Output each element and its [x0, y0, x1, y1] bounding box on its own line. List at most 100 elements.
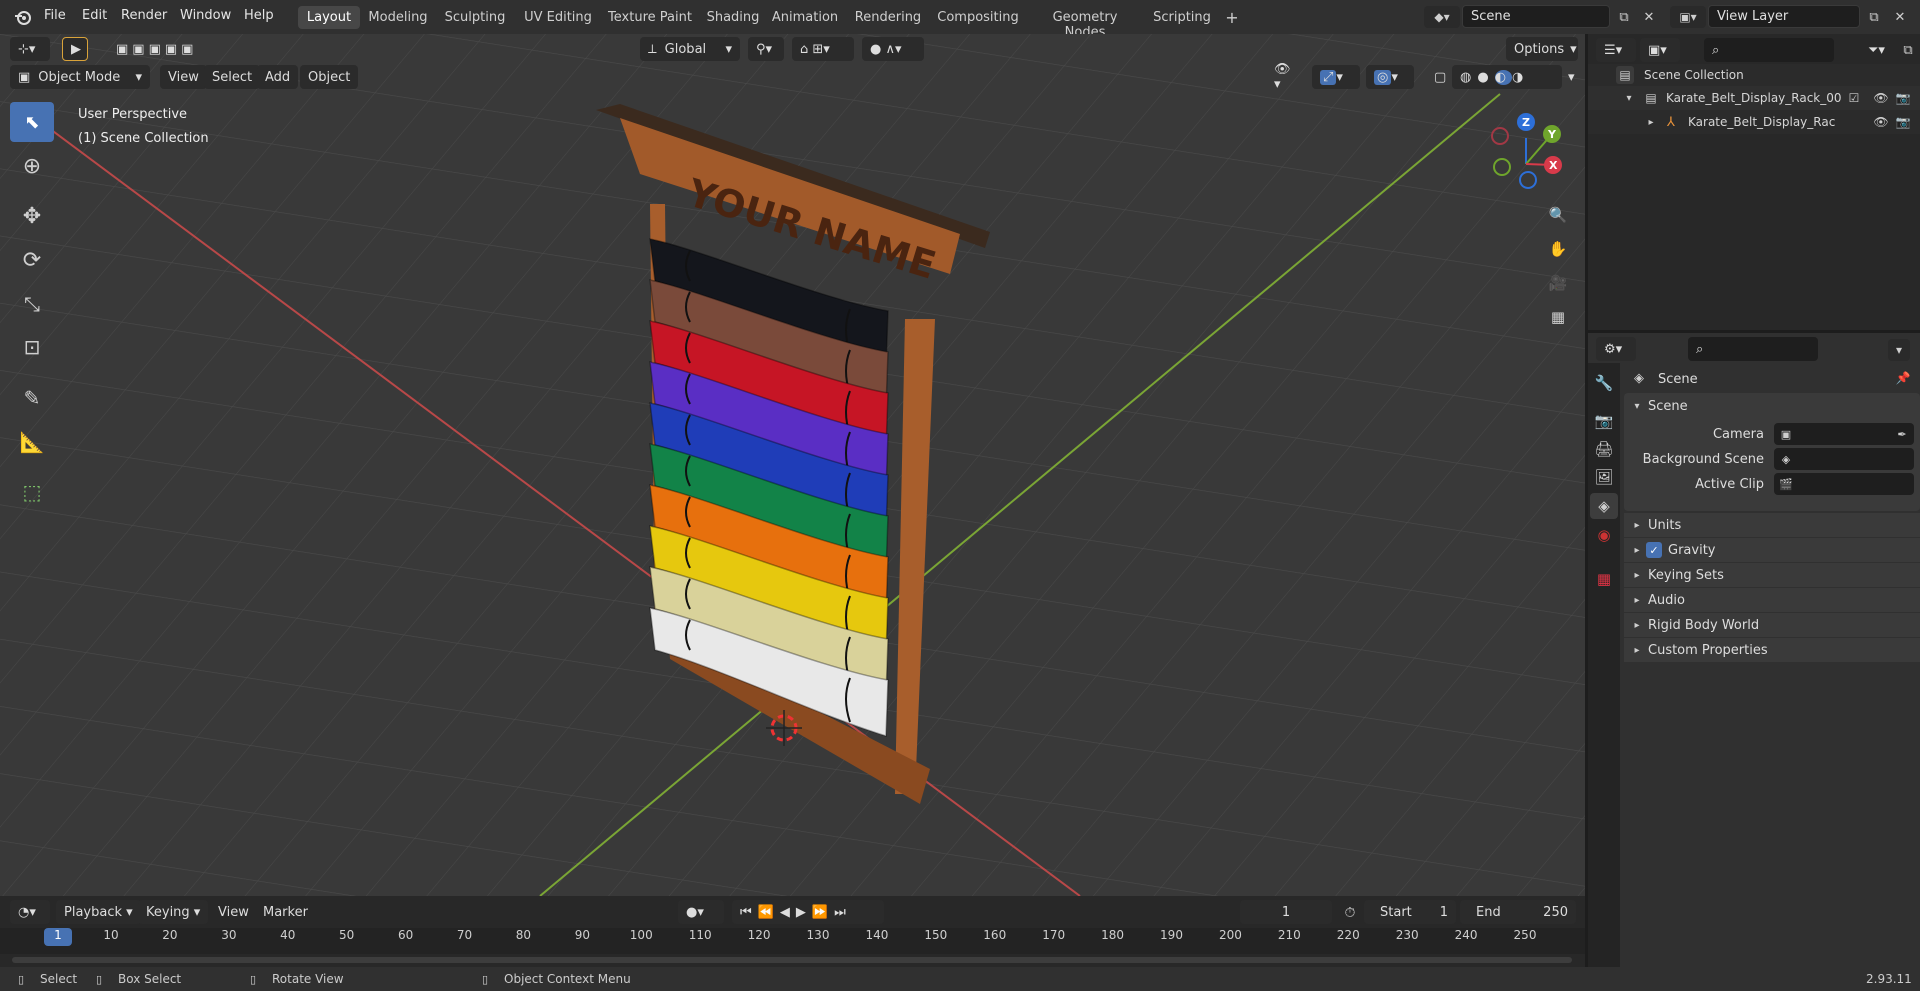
scale-tool[interactable]: ⤡	[10, 284, 54, 324]
snap-button[interactable]: ⌂ ⊞▾	[792, 37, 854, 61]
background-scene-field[interactable]: ◈	[1774, 448, 1914, 470]
menu-file[interactable]: File	[44, 8, 66, 23]
move-tool[interactable]: ✥	[10, 196, 54, 236]
properties-options-icon[interactable]: ▾	[1888, 339, 1910, 361]
editor-type-button[interactable]: ⊹▾	[10, 37, 50, 61]
pan-hand-icon[interactable]: ✋	[1545, 236, 1571, 262]
expand-arrow-icon[interactable]: ▾	[1622, 90, 1636, 106]
eye-icon[interactable]: 👁	[1872, 114, 1890, 130]
add-cube-tool[interactable]: ⬚	[10, 472, 54, 512]
timeline[interactable]: ◔▾ Playback ▾ Keying ▾ View Marker ●▾ ⏮⏪…	[0, 896, 1585, 967]
tab-sculpting[interactable]: Sculpting	[441, 6, 509, 29]
render-tab-icon[interactable]: 📷	[1592, 409, 1616, 433]
select-tool-button[interactable]: ▶	[62, 37, 88, 61]
outliner-filter-button[interactable]: ⏷▾	[1860, 38, 1894, 62]
overlays-toggle-button[interactable]: ◎ ▾	[1366, 65, 1414, 89]
scene-selector-icon[interactable]: ◆▾	[1424, 6, 1460, 28]
new-view-layer-icon[interactable]: ⧉	[1864, 6, 1884, 28]
panel-collapse-arrow-icon[interactable]: ▾	[1630, 399, 1644, 413]
selection-mode-button[interactable]: ▣▣▣▣▣	[108, 37, 228, 61]
eye-icon[interactable]: 👁	[1872, 90, 1890, 106]
frame-ruler[interactable]: 1 10 20 30 40 50 60 70 80 90 100 110 120 130 140 150 160…	[0, 928, 1585, 954]
proportional-edit-button[interactable]: ● ∧▾	[862, 37, 924, 61]
world-tab-icon[interactable]: ◉	[1592, 523, 1616, 547]
current-frame-field[interactable]: 1	[1240, 900, 1332, 924]
view-menu[interactable]: View	[160, 65, 207, 89]
section-keying-sets[interactable]: ▸ Keying Sets	[1624, 563, 1920, 587]
add-workspace-icon[interactable]: +	[1222, 7, 1242, 27]
expand-arrow-icon[interactable]: ▸	[1644, 114, 1658, 130]
ortho-grid-icon[interactable]: ▦	[1545, 304, 1571, 330]
tab-texture-paint[interactable]: Texture Paint	[602, 6, 698, 29]
viewport-canvas[interactable]: YOUR NAME Z Y X	[0, 34, 1585, 896]
annotate-tool[interactable]: ✎	[10, 378, 54, 418]
camera-view-icon[interactable]: 🎥	[1545, 270, 1571, 296]
scene-name-field[interactable]: Scene	[1462, 5, 1610, 28]
keying-menu[interactable]: Keying ▾	[138, 900, 209, 924]
shading-options-button[interactable]: ▾	[1560, 65, 1582, 89]
new-scene-icon[interactable]: ⧉	[1614, 6, 1634, 28]
section-rigid-body-world[interactable]: ▸ Rigid Body World	[1624, 613, 1920, 637]
section-audio[interactable]: ▸ Audio	[1624, 588, 1920, 612]
outliner-row-scene-collection[interactable]: ▤ Scene Collection	[1588, 64, 1920, 86]
pin-icon[interactable]: 📌	[1894, 369, 1912, 387]
scene-tab-icon[interactable]: ◈	[1590, 493, 1618, 519]
blender-logo-icon[interactable]	[12, 6, 34, 28]
mode-dropdown[interactable]: ▣ Object Mode ▾	[10, 65, 150, 89]
stopwatch-icon[interactable]: ⏱	[1340, 904, 1360, 922]
cursor-tool[interactable]: ⊕	[10, 146, 54, 186]
xray-toggle-button[interactable]: ▢	[1426, 65, 1450, 89]
tool-tab-icon[interactable]: 🔧	[1592, 371, 1616, 395]
gravity-checkbox[interactable]: ✓	[1646, 542, 1662, 558]
measure-tool[interactable]: 📐	[10, 422, 54, 462]
tab-modeling[interactable]: Modeling	[366, 6, 430, 29]
transform-tool[interactable]: ⊡	[10, 327, 54, 367]
delete-scene-icon[interactable]: ✕	[1639, 6, 1659, 28]
camera-icon[interactable]: 📷	[1894, 114, 1912, 130]
delete-view-layer-icon[interactable]: ✕	[1890, 6, 1910, 28]
outliner-search-input[interactable]: ⌕	[1704, 38, 1834, 62]
properties-search-input[interactable]: ⌕	[1688, 337, 1818, 361]
view-layer-selector-icon[interactable]: ▣▾	[1670, 6, 1706, 28]
view-layer-field[interactable]: View Layer	[1708, 5, 1860, 28]
outliner-editor-type-button[interactable]: ☰▾	[1596, 38, 1636, 62]
tab-shading[interactable]: Shading	[702, 6, 764, 29]
active-clip-field[interactable]: 🎬	[1774, 473, 1914, 495]
rotate-tool[interactable]: ⟳	[10, 240, 54, 280]
pivot-point-button[interactable]: ⚲▾	[748, 37, 784, 61]
view-layer-tab-icon[interactable]: 🖼	[1592, 465, 1616, 489]
section-custom-properties[interactable]: ▸ Custom Properties	[1624, 638, 1920, 662]
tab-geometry-nodes[interactable]: Geometry Nodes	[1032, 6, 1138, 40]
marker-menu[interactable]: Marker	[255, 900, 316, 924]
timeline-editor-type-button[interactable]: ◔▾	[10, 900, 50, 924]
tab-layout[interactable]: Layout	[298, 6, 360, 29]
menu-edit[interactable]: Edit	[82, 8, 107, 23]
menu-window[interactable]: Window	[180, 8, 231, 23]
shading-modes-button[interactable]: ◍● ◐ ◑	[1452, 65, 1562, 89]
end-frame-field[interactable]: End 250	[1460, 900, 1576, 924]
output-tab-icon[interactable]: 🖨	[1592, 437, 1616, 461]
record-button[interactable]: ●▾	[678, 900, 724, 924]
camera-icon[interactable]: 📷	[1894, 90, 1912, 106]
scene-panel-title[interactable]: Scene	[1648, 399, 1688, 414]
gizmo-toggle-button[interactable]: ⤢ ▾	[1312, 65, 1360, 89]
outliner-display-mode-button[interactable]: ▣▾	[1640, 38, 1680, 62]
eyedropper-icon[interactable]: ✒	[1894, 426, 1910, 442]
start-frame-field[interactable]: Start 1	[1364, 900, 1456, 924]
texture-tab-icon[interactable]: ▦	[1592, 567, 1616, 591]
section-units[interactable]: ▸ Units	[1624, 513, 1920, 537]
section-gravity[interactable]: ▸ ✓ Gravity	[1624, 538, 1920, 562]
options-dropdown[interactable]: Options ▾	[1506, 37, 1578, 61]
visibility-button[interactable]: 👁▾	[1266, 62, 1304, 92]
transform-orientation-dropdown[interactable]: ⟂ Global ▾	[640, 37, 740, 61]
zoom-icon[interactable]: 🔍	[1545, 202, 1571, 228]
select-box-tool[interactable]: ⬉	[10, 102, 54, 142]
3d-viewport[interactable]: YOUR NAME Z Y X ⊹▾ ▶ ▣▣▣▣▣ ⟂ Global ▾ ⚲▾…	[0, 34, 1585, 896]
timeline-view-menu[interactable]: View	[210, 900, 257, 924]
select-menu[interactable]: Select	[204, 65, 261, 89]
tab-uv-editing[interactable]: UV Editing	[519, 6, 597, 29]
add-menu[interactable]: Add	[257, 65, 299, 89]
new-collection-icon[interactable]: ⧉	[1898, 38, 1918, 62]
tab-compositing[interactable]: Compositing	[934, 6, 1022, 29]
tab-rendering[interactable]: Rendering	[853, 6, 923, 29]
